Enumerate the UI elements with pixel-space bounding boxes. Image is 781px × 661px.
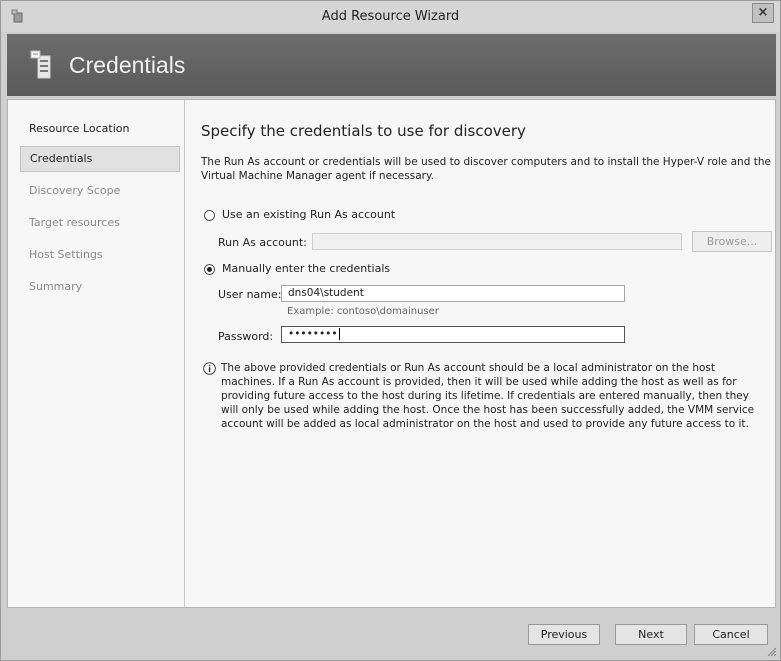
info-icon	[203, 362, 216, 375]
wizard-steps-nav: Resource Location Credentials Discovery …	[8, 100, 185, 607]
info-text-line: The above provided credentials or Run As…	[221, 362, 716, 374]
browse-button[interactable]: Browse...	[692, 231, 772, 252]
close-button[interactable]: ×	[752, 3, 774, 23]
info-text-line: will only be used while adding the host.…	[221, 404, 755, 416]
resize-grip-icon[interactable]	[767, 647, 777, 657]
username-input[interactable]: dns04\student	[281, 285, 625, 302]
page-title: Credentials	[69, 52, 186, 78]
previous-button[interactable]: Previous	[528, 624, 600, 645]
run-as-account-field[interactable]	[312, 233, 682, 250]
section-heading: Specify the credentials to use for disco…	[201, 122, 526, 140]
password-masked-value: ••••••••	[288, 328, 338, 340]
nav-item-summary: Summary	[29, 280, 83, 293]
title-bar[interactable]: Add Resource Wizard ×	[1, 1, 780, 32]
run-as-account-label: Run As account:	[218, 236, 307, 249]
section-description: The Run As account or credentials will b…	[201, 156, 771, 182]
existing-account-label[interactable]: Use an existing Run As account	[222, 208, 395, 221]
password-input[interactable]: ••••••••	[281, 326, 625, 343]
nav-item-resource-location[interactable]: Resource Location	[20, 116, 180, 142]
password-label: Password:	[218, 330, 274, 343]
info-text-line: account will be added as local administr…	[221, 418, 749, 430]
radio-selected-dot	[207, 267, 212, 272]
manual-credentials-label[interactable]: Manually enter the credentials	[222, 262, 390, 275]
manual-credentials-radio[interactable]	[204, 264, 215, 275]
close-icon: ×	[757, 5, 769, 20]
text-caret	[338, 328, 340, 340]
cancel-button[interactable]: Cancel	[694, 624, 768, 645]
nav-item-discovery-scope: Discovery Scope	[29, 184, 121, 197]
info-text-line: providing future access to the host duri…	[221, 390, 749, 402]
nav-item-target-resources: Target resources	[29, 216, 120, 229]
username-example: Example: contoso\domainuser	[287, 306, 439, 317]
next-button[interactable]: Next	[615, 624, 687, 645]
window-title: Add Resource Wizard	[321, 9, 460, 24]
info-text-line: machines. If a Run As account is provide…	[221, 376, 737, 388]
wizard-server-icon	[30, 50, 51, 79]
wizard-footer: Previous Next Cancel	[1, 608, 780, 660]
nav-item-host-settings: Host Settings	[29, 248, 103, 261]
nav-item-credentials[interactable]: Credentials	[20, 146, 180, 172]
page-banner: Credentials	[7, 34, 776, 96]
existing-account-radio[interactable]	[204, 210, 215, 221]
wizard-content: Resource Location Credentials Discovery …	[7, 99, 776, 608]
wizard-window: Add Resource Wizard × Credentials Resour…	[0, 0, 781, 661]
username-label: User name:	[218, 288, 282, 301]
